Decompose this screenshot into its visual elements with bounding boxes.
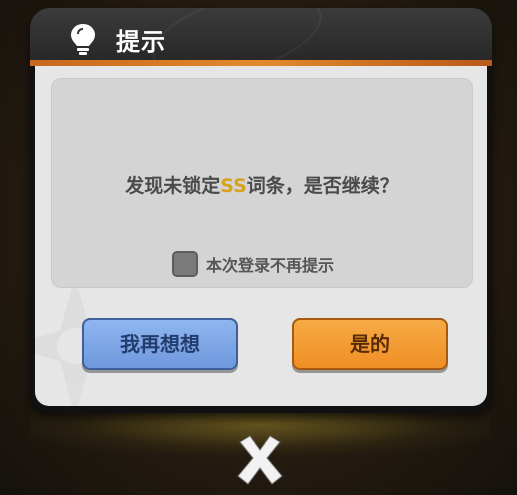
message-text-before: 发现未锁定 bbox=[125, 175, 221, 197]
dialog-header: 提示 bbox=[30, 8, 492, 66]
cancel-button[interactable]: 我再想想 bbox=[82, 318, 238, 370]
message-text-after: 词条，是否继续？ bbox=[246, 175, 399, 197]
dialog-message: 发现未锁定SS词条，是否继续？ bbox=[52, 171, 472, 198]
dialog-title: 提示 bbox=[116, 28, 166, 56]
header-decoration bbox=[143, 8, 331, 66]
confirm-button[interactable]: 是的 bbox=[292, 318, 448, 370]
dialog-body: 发现未锁定SS词条，是否继续？ 本次登录不再提示 我再想想 是的 bbox=[35, 66, 487, 406]
dont-show-again-checkbox[interactable] bbox=[172, 251, 198, 277]
close-icon[interactable] bbox=[232, 432, 288, 488]
message-highlight: SS bbox=[220, 175, 247, 197]
prompt-dialog: 提示 发现未锁定SS词条，是否继续？ 本次登录不再提示 我再想想 是的 bbox=[30, 8, 492, 413]
dont-show-again-label: 本次登录不再提示 bbox=[206, 256, 335, 275]
lightbulb-icon bbox=[71, 24, 95, 55]
dont-show-again-row[interactable]: 本次登录不再提示 bbox=[172, 249, 334, 279]
message-box: 发现未锁定SS词条，是否继续？ 本次登录不再提示 bbox=[51, 78, 473, 288]
